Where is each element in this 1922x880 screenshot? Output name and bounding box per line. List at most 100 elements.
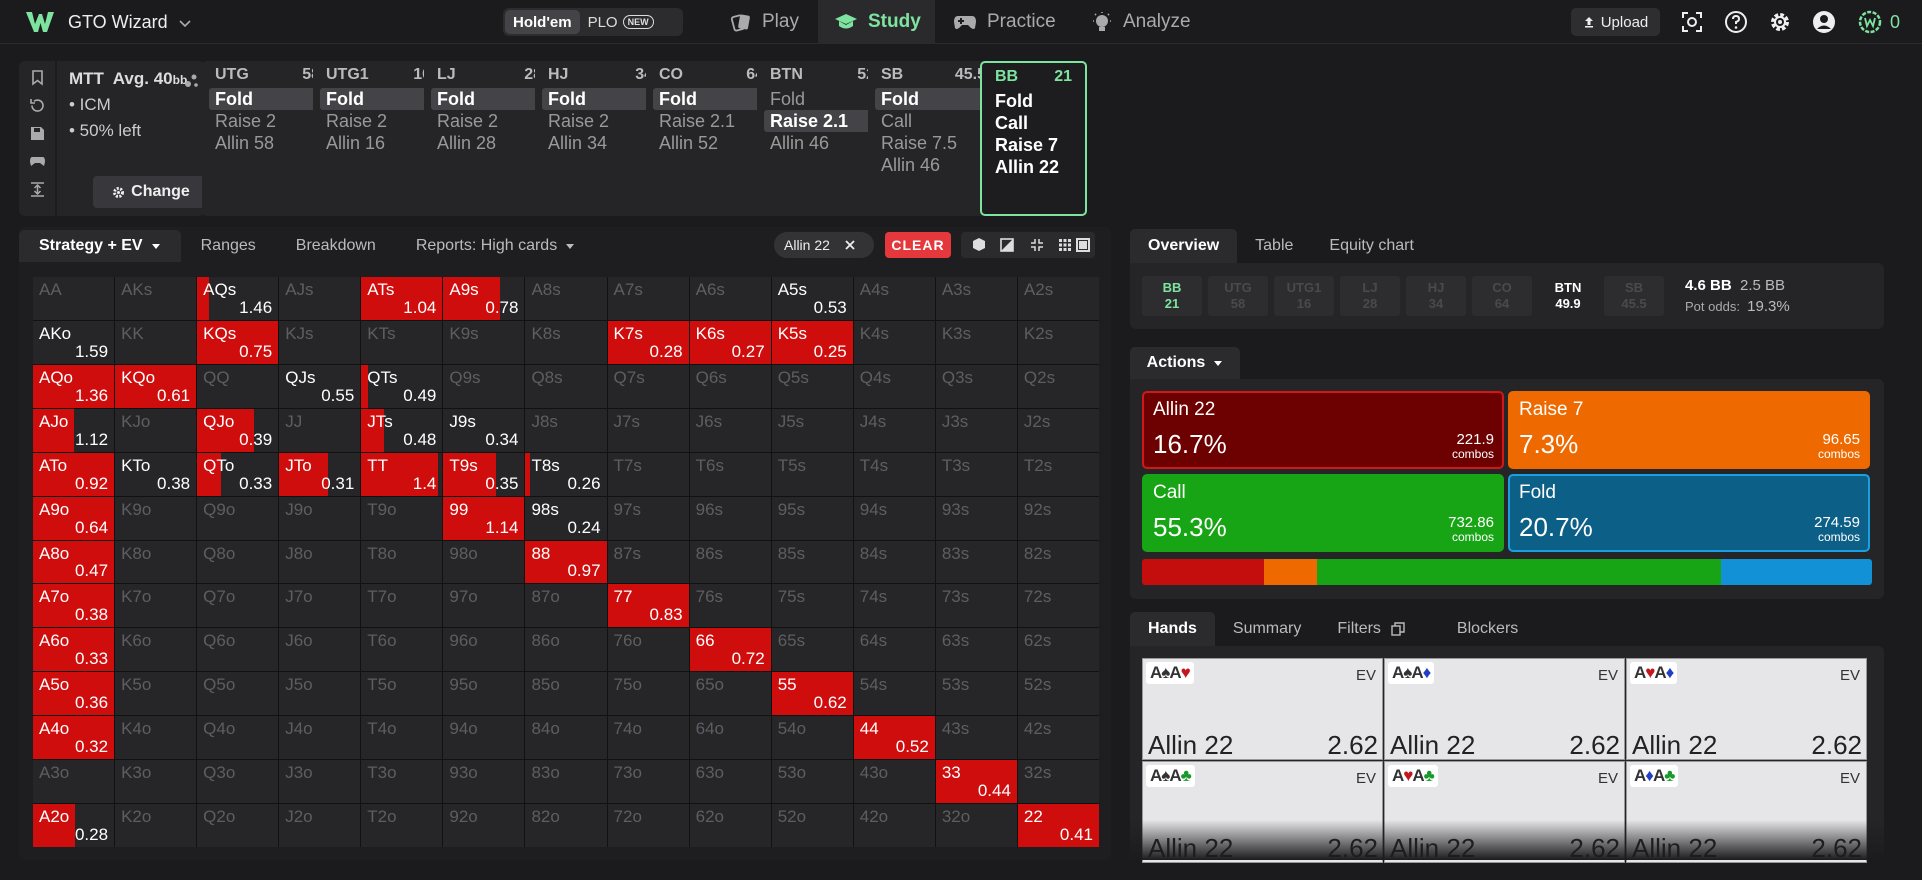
- hand-cell-32s[interactable]: 32s: [1017, 760, 1099, 804]
- hand-cell-Q6o[interactable]: Q6o: [197, 628, 279, 672]
- hand-cell-98s[interactable]: 98s 0.24: [525, 496, 607, 540]
- hand-cell-T7o[interactable]: T7o: [361, 584, 443, 628]
- hand-cell-64s[interactable]: 64s: [853, 628, 935, 672]
- seat-mini-hj[interactable]: HJ 34: [1406, 276, 1466, 316]
- hand-cell-J9o[interactable]: J9o: [279, 496, 361, 540]
- hand-cell-97s[interactable]: 97s: [607, 496, 689, 540]
- hand-cell-KJs[interactable]: KJs: [279, 320, 361, 364]
- hand-cell-J2s[interactable]: J2s: [1017, 408, 1099, 452]
- screenshot-icon[interactable]: [1680, 10, 1704, 34]
- hand-cell-77[interactable]: 77 0.83: [607, 584, 689, 628]
- hand-cell-T7s[interactable]: T7s: [607, 452, 689, 496]
- hand-cell-K5o[interactable]: K5o: [115, 672, 197, 716]
- hand-cell-93o[interactable]: 93o: [443, 760, 525, 804]
- hand-cell-J6o[interactable]: J6o: [279, 628, 361, 672]
- hand-cell-QTs[interactable]: QTs 0.49: [361, 364, 443, 408]
- seat-action[interactable]: Fold: [542, 88, 659, 110]
- hand-cell-T9s[interactable]: T9s 0.35: [443, 452, 525, 496]
- hand-cell-94s[interactable]: 94s: [853, 496, 935, 540]
- hand-cell-85o[interactable]: 85o: [525, 672, 607, 716]
- hand-cell-A5o[interactable]: A5o 0.36: [33, 672, 115, 716]
- hand-cell-Q3o[interactable]: Q3o: [197, 760, 279, 804]
- hand-cell-87o[interactable]: 87o: [525, 584, 607, 628]
- hand-cell-76s[interactable]: 76s: [689, 584, 771, 628]
- hand-cell-QQ[interactable]: QQ: [197, 364, 279, 408]
- contrast-icon[interactable]: [999, 237, 1015, 253]
- seat-action[interactable]: Fold: [989, 90, 1078, 112]
- seat-action[interactable]: Fold: [653, 88, 770, 110]
- plo-toggle[interactable]: PLO NEW: [580, 10, 662, 34]
- hand-cell-54o[interactable]: 54o: [771, 716, 853, 760]
- seat-action[interactable]: Allin 52: [653, 132, 770, 154]
- hand-cell-A6s[interactable]: A6s: [689, 277, 771, 320]
- hand-cell-J9s[interactable]: J9s 0.34: [443, 408, 525, 452]
- action-card-raise-7[interactable]: Raise 7 7.3% 96.65 combos: [1508, 391, 1870, 469]
- hand-cell-92s[interactable]: 92s: [1017, 496, 1099, 540]
- tab-overview[interactable]: Overview: [1130, 229, 1238, 263]
- hand-cell-62o[interactable]: 62o: [689, 804, 771, 847]
- hand-cell-A9o[interactable]: A9o 0.64: [33, 496, 115, 540]
- hand-cell-Q5o[interactable]: Q5o: [197, 672, 279, 716]
- seat-action[interactable]: Fold: [320, 88, 437, 110]
- hand-cell-83o[interactable]: 83o: [525, 760, 607, 804]
- hand-cell-J5s[interactable]: J5s: [771, 408, 853, 452]
- hand-cell-T6o[interactable]: T6o: [361, 628, 443, 672]
- hand-cell-Q3s[interactable]: Q3s: [935, 364, 1017, 408]
- reset-icon[interactable]: [29, 97, 46, 114]
- hand-cell-K7o[interactable]: K7o: [115, 584, 197, 628]
- tab-equity-chart[interactable]: Equity chart: [1311, 229, 1431, 263]
- hand-cell-A5s[interactable]: A5s 0.53: [771, 277, 853, 320]
- hand-cell-T4o[interactable]: T4o: [361, 716, 443, 760]
- seat-action[interactable]: Allin 28: [431, 132, 548, 154]
- compress-icon[interactable]: [1029, 237, 1045, 253]
- collapse-icon[interactable]: [29, 181, 46, 198]
- hand-cell-A4s[interactable]: A4s: [853, 277, 935, 320]
- seat-action[interactable]: Raise 2.1: [653, 110, 770, 132]
- seat-mini-sb[interactable]: SB 45.5: [1604, 276, 1664, 316]
- action-card-allin-22[interactable]: Allin 22 16.7% 221.9 combos: [1142, 391, 1504, 469]
- hand-cell-K3s[interactable]: K3s: [935, 320, 1017, 364]
- hand-cell-Q7s[interactable]: Q7s: [607, 364, 689, 408]
- brand-menu[interactable]: GTO Wizard: [68, 12, 192, 33]
- hand-cell-96o[interactable]: 96o: [443, 628, 525, 672]
- hand-cell-AQo[interactable]: AQo 1.36: [33, 364, 115, 408]
- hand-cell-75o[interactable]: 75o: [607, 672, 689, 716]
- seat-action[interactable]: Raise 2: [542, 110, 659, 132]
- hand-cell-A3o[interactable]: A3o: [33, 760, 115, 804]
- seat-mini-lj[interactable]: LJ 28: [1340, 276, 1400, 316]
- seat-action[interactable]: Call: [875, 110, 992, 132]
- hand-cell-J4s[interactable]: J4s: [853, 408, 935, 452]
- hand-cell-83s[interactable]: 83s: [935, 540, 1017, 584]
- seat-action[interactable]: Fold: [764, 88, 881, 110]
- hand-cell-33[interactable]: 33 0.44: [935, 760, 1017, 804]
- seat-action[interactable]: Allin 46: [764, 132, 881, 154]
- hand-cell-JTo[interactable]: JTo 0.31: [279, 452, 361, 496]
- seat-action[interactable]: Fold: [209, 88, 326, 110]
- hand-cell-J3o[interactable]: J3o: [279, 760, 361, 804]
- hand-cell-KTs[interactable]: KTs: [361, 320, 443, 364]
- hand-cell-K9o[interactable]: K9o: [115, 496, 197, 540]
- hand-cell-65o[interactable]: 65o: [689, 672, 771, 716]
- hand-cell-43o[interactable]: 43o: [853, 760, 935, 804]
- hand-cell-73s[interactable]: 73s: [935, 584, 1017, 628]
- hand-cell-A9s[interactable]: A9s 0.78: [443, 277, 525, 320]
- hand-cell-J7s[interactable]: J7s: [607, 408, 689, 452]
- hand-cell-Q2o[interactable]: Q2o: [197, 804, 279, 847]
- seat-mini-btn[interactable]: BTN 49.9: [1538, 276, 1598, 316]
- hand-cell-64o[interactable]: 64o: [689, 716, 771, 760]
- actions-dropdown[interactable]: Actions: [1130, 347, 1240, 379]
- hand-cell-Q4o[interactable]: Q4o: [197, 716, 279, 760]
- credits-display[interactable]: 0: [1858, 10, 1900, 34]
- hand-cell-KQo[interactable]: KQo 0.61: [115, 364, 197, 408]
- nav-analyze[interactable]: Analyze: [1091, 0, 1209, 44]
- hand-cell-32o[interactable]: 32o: [935, 804, 1017, 847]
- hand-cell-AKo[interactable]: AKo 1.59: [33, 320, 115, 364]
- hand-cell-K8o[interactable]: K8o: [115, 540, 197, 584]
- save-icon[interactable]: [29, 125, 46, 142]
- seat-bb[interactable]: BB 21 Fold Call Raise 7 Allin 22: [980, 61, 1087, 216]
- hand-cell-55[interactable]: 55 0.62: [771, 672, 853, 716]
- hand-cell-J8s[interactable]: J8s: [525, 408, 607, 452]
- hand-cell-AA[interactable]: AA: [33, 277, 115, 320]
- hand-cell-53s[interactable]: 53s: [935, 672, 1017, 716]
- seat-action[interactable]: Allin 46: [875, 154, 992, 176]
